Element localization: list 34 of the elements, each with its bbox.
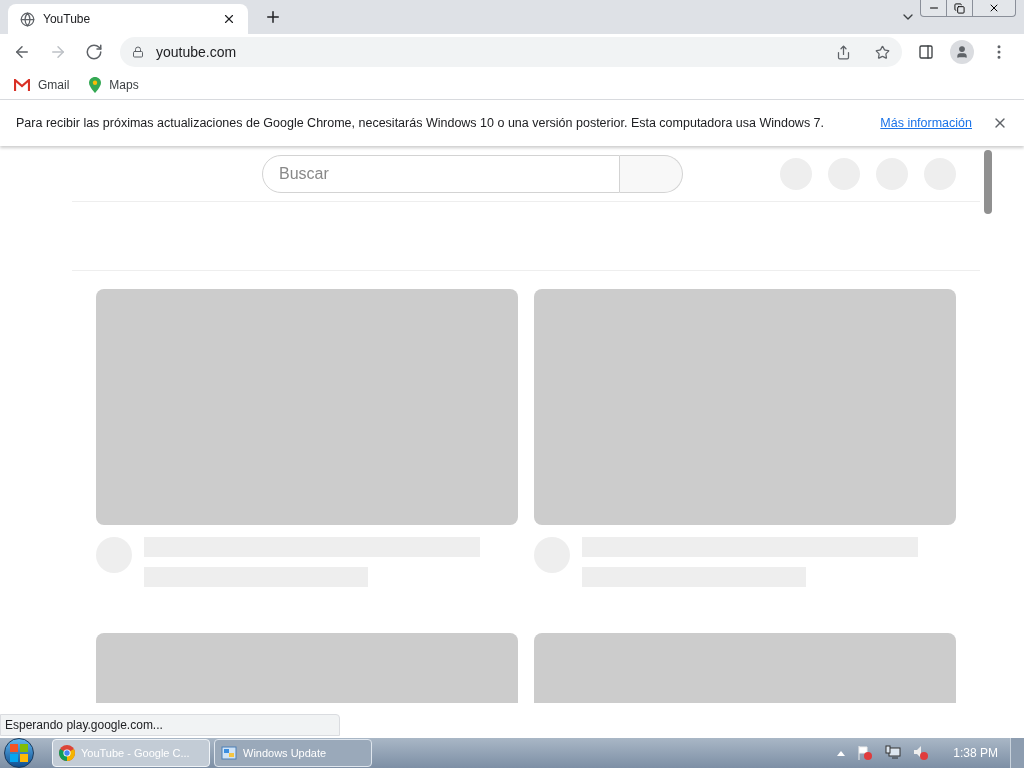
profile-button[interactable] <box>950 40 974 64</box>
lock-icon <box>132 46 144 58</box>
show-hidden-icons-icon[interactable] <box>837 750 846 756</box>
info-message: Para recibir las próximas actualizaciones de Google Chrome, necesitarás Windows 10 o una versión posterior. Esta computadora usa Windows 7. <box>16 114 826 132</box>
flag-icon[interactable] <box>857 745 874 761</box>
start-button[interactable] <box>4 738 34 768</box>
close-icon[interactable] <box>222 12 236 26</box>
reload-icon[interactable] <box>85 43 103 61</box>
bookmark[interactable]: Gmail <box>8 72 76 97</box>
close-icon[interactable] <box>988 2 1000 14</box>
speaker-icon[interactable] <box>913 745 930 761</box>
globe-icon <box>20 11 35 27</box>
restore-icon[interactable] <box>954 2 965 14</box>
chrome-icon <box>59 745 75 761</box>
windows-logo-icon <box>10 744 28 762</box>
map-pin-icon <box>89 76 102 93</box>
browser-tab[interactable]: YouTube <box>8 4 248 34</box>
status-bubble: Esperando play.google.com... <box>0 714 340 736</box>
bookmark[interactable]: Maps <box>83 72 145 97</box>
network-icon[interactable] <box>885 745 902 761</box>
mail-icon <box>14 78 30 91</box>
url-text: youtube.com <box>156 42 238 62</box>
scrollbar-thumb[interactable] <box>984 150 992 214</box>
share-icon[interactable] <box>836 44 851 60</box>
update-icon <box>221 745 237 761</box>
tab-title: YouTube <box>43 11 92 28</box>
person-icon <box>955 45 969 59</box>
back-icon[interactable] <box>13 43 31 61</box>
star-icon[interactable] <box>875 44 890 60</box>
new-tab-icon[interactable] <box>264 8 282 26</box>
search-field[interactable]: Buscar <box>262 154 620 193</box>
side-panel-icon[interactable] <box>918 44 934 60</box>
more-info-link[interactable]: Más información <box>880 113 972 133</box>
address-bar[interactable]: youtube.com <box>120 37 902 67</box>
